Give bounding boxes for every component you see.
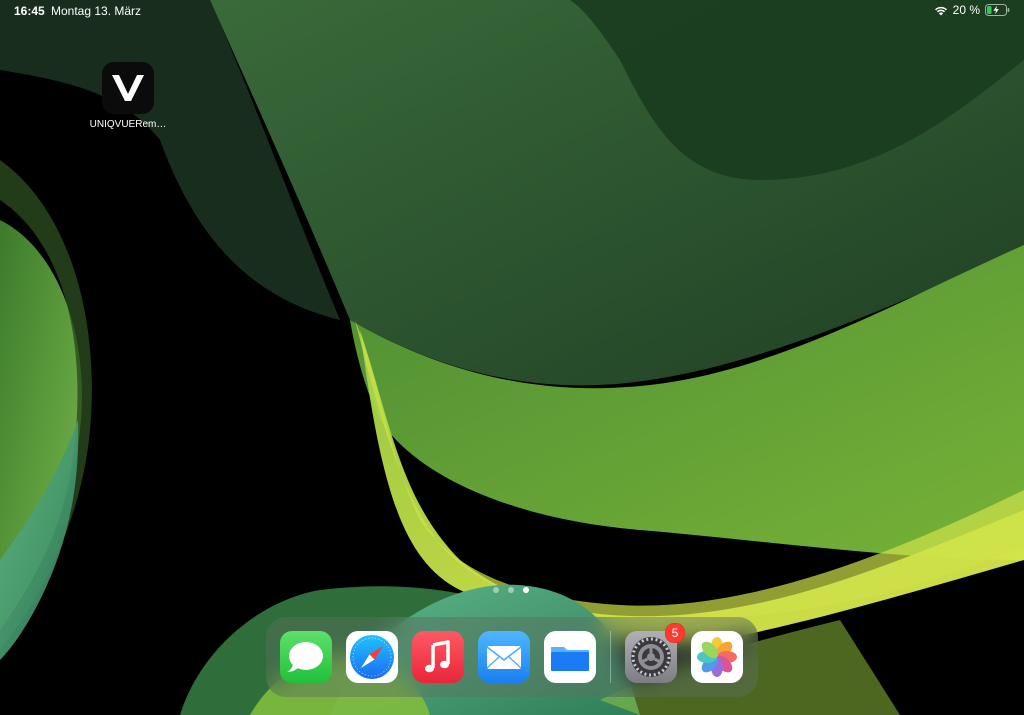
dock-app-safari[interactable] <box>346 631 398 683</box>
ipad-home-screen: 16:45 Montag 13. März 20 % UNIQVUERem… 5 <box>0 0 1024 715</box>
safari-compass-icon <box>350 635 394 679</box>
page-dot-current[interactable] <box>523 587 529 593</box>
dock-divider <box>610 631 611 683</box>
messages-icon <box>287 642 323 672</box>
dock-app-mail[interactable] <box>478 631 530 683</box>
music-note-icon <box>425 640 450 673</box>
notification-badge: 5 <box>665 623 685 643</box>
page-dot[interactable] <box>493 587 499 593</box>
photos-flower-icon <box>697 637 737 677</box>
battery-percent: 20 % <box>952 3 980 17</box>
status-date: Montag 13. März <box>51 4 142 18</box>
wifi-icon <box>934 6 947 15</box>
uniqvue-v-logo-icon[interactable] <box>102 62 154 114</box>
status-indicators: 20 % <box>934 3 1010 17</box>
dock-app-music[interactable] <box>412 631 464 683</box>
dock-app-messages[interactable] <box>280 631 332 683</box>
page-indicator[interactable] <box>493 587 529 593</box>
dock-app-files[interactable] <box>544 631 596 683</box>
page-dot[interactable] <box>508 587 514 593</box>
mail-envelope-icon <box>486 646 522 669</box>
battery-charging-icon <box>985 4 1010 16</box>
files-folder-icon <box>551 647 589 671</box>
home-app-uniqvue[interactable]: UNIQVUERem… <box>90 62 166 130</box>
dock: 5 <box>266 617 758 697</box>
status-time: 16:45 <box>14 4 45 18</box>
home-app-label: UNIQVUERem… <box>89 119 167 130</box>
dock-app-photos[interactable] <box>691 631 743 683</box>
dock-app-settings[interactable]: 5 <box>625 623 685 683</box>
status-bar: 16:45 Montag 13. März 20 % <box>0 0 1024 22</box>
